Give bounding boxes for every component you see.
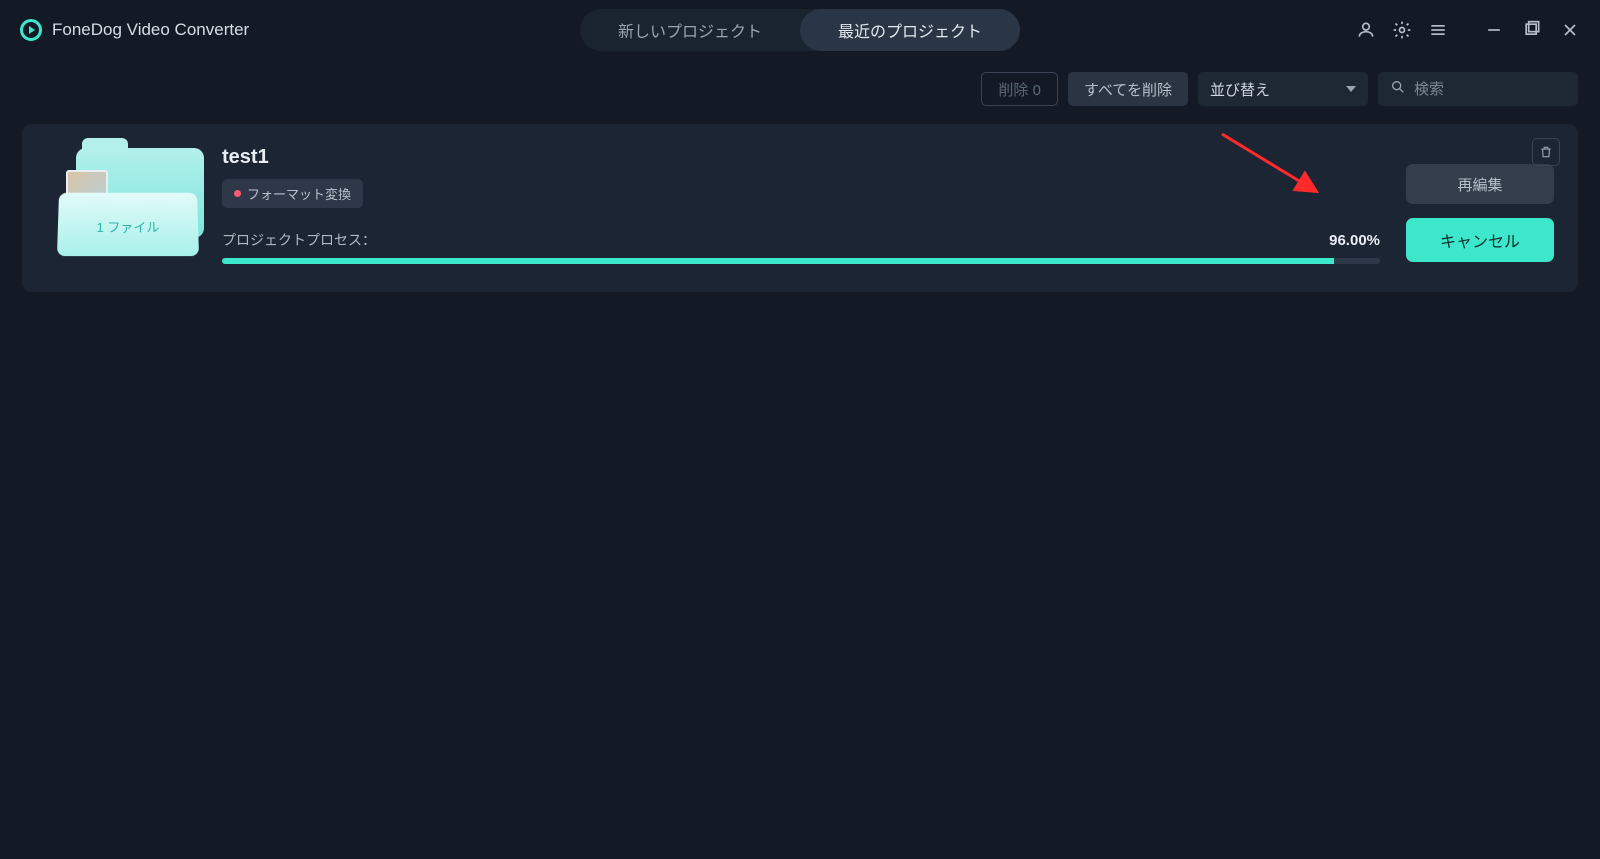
search-box[interactable] bbox=[1378, 72, 1578, 106]
project-tabs: 新しいプロジェクト 最近のプロジェクト bbox=[580, 9, 1020, 51]
title-icons bbox=[1356, 20, 1580, 40]
status-dot-icon bbox=[234, 190, 241, 197]
sort-label: 並び替え bbox=[1210, 79, 1270, 100]
reedit-button[interactable]: 再編集 bbox=[1406, 164, 1554, 204]
tag-label: フォーマット変換 bbox=[247, 184, 351, 203]
account-icon[interactable] bbox=[1356, 20, 1376, 40]
tab-new-project[interactable]: 新しいプロジェクト bbox=[580, 9, 800, 51]
progress-block: プロジェクトプロセス： 96.00% bbox=[222, 230, 1380, 264]
trash-button[interactable] bbox=[1532, 138, 1560, 166]
project-tag: フォーマット変換 bbox=[222, 179, 363, 208]
minimize-icon[interactable] bbox=[1484, 20, 1504, 40]
progress-bar-fill bbox=[222, 258, 1334, 264]
tab-recent-projects[interactable]: 最近のプロジェクト bbox=[800, 9, 1020, 51]
title-bar: FoneDog Video Converter 新しいプロジェクト 最近のプロジ… bbox=[0, 0, 1600, 60]
progress-percent: 96.00% bbox=[1329, 232, 1380, 249]
play-logo-icon bbox=[20, 19, 42, 41]
list-toolbar: 削除 0 すべてを削除 並び替え bbox=[0, 60, 1600, 116]
project-title: test1 bbox=[222, 146, 1380, 169]
project-info: test1 フォーマット変換 プロジェクトプロセス： 96.00% bbox=[222, 146, 1380, 264]
folder-front-icon: 1 ファイル bbox=[57, 193, 199, 256]
cancel-button[interactable]: キャンセル bbox=[1406, 218, 1554, 262]
sort-dropdown[interactable]: 並び替え bbox=[1198, 72, 1368, 106]
progress-label: プロジェクトプロセス： bbox=[222, 230, 376, 250]
folder-file-count: 1 ファイル bbox=[96, 217, 159, 236]
delete-button: 削除 0 bbox=[981, 72, 1058, 106]
chevron-down-icon bbox=[1346, 86, 1356, 92]
app-logo-group: FoneDog Video Converter bbox=[20, 19, 249, 41]
menu-icon[interactable] bbox=[1428, 20, 1448, 40]
progress-bar bbox=[222, 258, 1380, 264]
settings-icon[interactable] bbox=[1392, 20, 1412, 40]
delete-all-button[interactable]: すべてを削除 bbox=[1068, 72, 1188, 106]
project-folder-thumb: 1 ファイル bbox=[46, 146, 196, 256]
search-icon bbox=[1390, 79, 1406, 100]
maximize-icon[interactable] bbox=[1522, 20, 1542, 40]
close-icon[interactable] bbox=[1560, 20, 1580, 40]
project-card: 1 ファイル test1 フォーマット変換 プロジェクトプロセス： 96.00%… bbox=[22, 124, 1578, 292]
app-title: FoneDog Video Converter bbox=[52, 20, 249, 40]
search-input[interactable] bbox=[1414, 81, 1566, 98]
